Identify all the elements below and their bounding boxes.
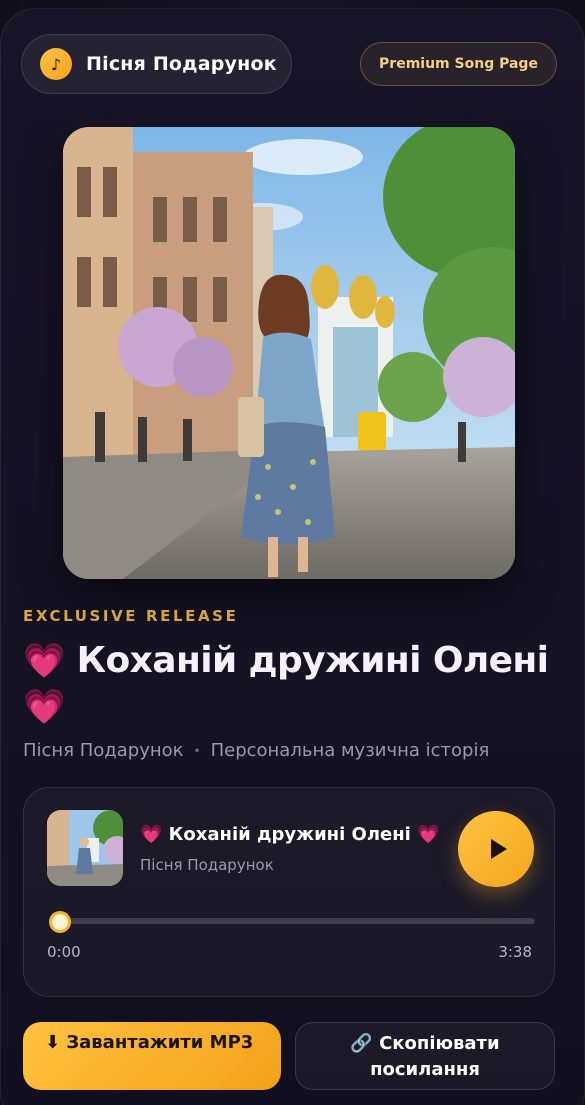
progress-knob[interactable] [49,911,71,933]
cover-art-image [63,127,515,579]
copy-link-button[interactable]: 🔗 Скопіювати посилання [295,1022,555,1090]
track-artist: Пісня Подарунок [140,856,274,874]
play-icon [490,839,507,859]
release-eyebrow: EXCLUSIVE RELEASE [23,607,239,625]
brand-pill[interactable]: ♪ Пісня Подарунок [21,34,292,94]
meta-separator: • [193,743,201,758]
heart-icon: 💗 [23,687,65,727]
track-thumbnail [47,810,123,886]
music-note-icon: ♪ [40,48,72,80]
current-time: 0:00 [47,943,81,961]
song-subtitle: Персональна музична історія [210,740,490,761]
premium-badge: Premium Song Page [360,42,557,86]
brand-name: Пісня Подарунок [86,53,277,75]
song-title: 💗 Коханій дружині Олені 💗 [23,638,563,730]
artist-name: Пісня Подарунок [23,740,184,761]
track-title: 💗 Коханій дружині Олені 💗 [140,824,440,845]
song-title-text: Коханій дружині Олені [76,640,549,681]
audio-player: 💗 Коханій дружині Олені 💗 Пісня Подаруно… [23,787,555,997]
page: ♪ Пісня Подарунок Premium Song Page EXCL… [0,0,585,1105]
total-time: 3:38 [498,943,532,961]
heart-icon: 💗 [23,641,65,681]
song-meta: Пісня Подарунок • Персональна музична іс… [23,740,489,761]
download-mp3-button[interactable]: ⬇ Завантажити MP3 [23,1022,281,1090]
play-button[interactable] [458,811,534,887]
progress-bar[interactable] [49,918,535,924]
